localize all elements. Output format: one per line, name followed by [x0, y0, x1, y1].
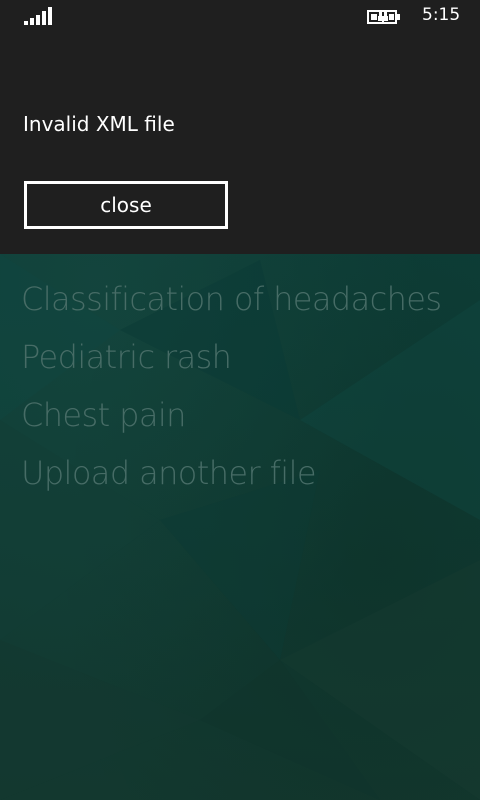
signal-bars-icon	[24, 7, 52, 25]
battery-charging-icon	[367, 10, 400, 24]
modal-overlay	[0, 254, 480, 800]
dialog-message: Invalid XML file	[23, 112, 175, 136]
status-bar: 5:15	[0, 0, 480, 34]
close-button[interactable]: close	[24, 181, 228, 229]
message-dialog: 5:15 Invalid XML file close	[0, 0, 480, 254]
clock: 5:15	[422, 5, 461, 25]
